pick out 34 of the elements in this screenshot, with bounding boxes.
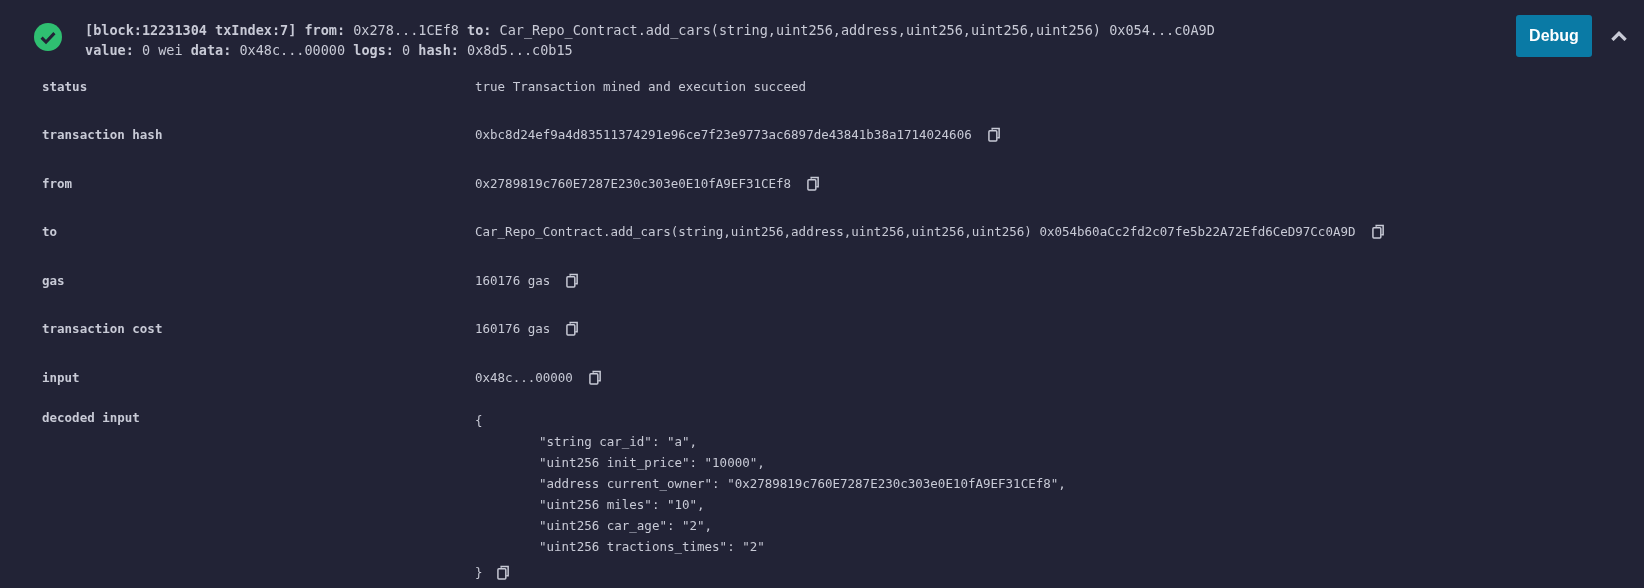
- copy-icon[interactable]: [807, 175, 821, 191]
- field-label: to: [42, 224, 59, 240]
- field-value: 0x2789819c760E7287E230c303e0E10fA9EF31CEf8: [475, 175, 792, 191]
- field-value: 160176 gas: [475, 272, 551, 288]
- code-line: }: [475, 563, 483, 582]
- field-value: 0x48c...00000: [475, 369, 573, 385]
- code-line: "uint256 car_age": "2",: [538, 516, 714, 535]
- field-label: transaction hash: [42, 127, 164, 143]
- field-value: true Transaction mined and execution succeed: [475, 78, 807, 94]
- field-label: gas: [42, 272, 66, 288]
- copy-icon[interactable]: [588, 369, 602, 385]
- debug-button[interactable]: Debug: [1516, 15, 1592, 57]
- transaction-summary: value: 0 wei data: 0x48c...00000 logs: 0 hash: 0x8d5...c0b15: [85, 41, 574, 60]
- copy-icon[interactable]: [566, 272, 580, 288]
- copy-icon[interactable]: [496, 564, 510, 580]
- field-label: input: [42, 369, 81, 385]
- field-value: 0xbc8d24ef9a4d83511374291e96ce7f23e9773ac6897de43841b38a1714024606: [475, 127, 972, 143]
- field-label: from: [42, 175, 74, 191]
- copy-icon[interactable]: [1371, 224, 1385, 240]
- code-line: "address current_owner": "0x2789819c760E7287E230c303e0E10fA9EF31CEf8",: [538, 474, 1066, 493]
- field-label: status: [42, 78, 89, 94]
- code-line: {: [475, 411, 484, 430]
- code-line: "string car_id": "a",: [538, 432, 699, 451]
- code-line: "uint256 init_price": "10000",: [538, 453, 766, 472]
- field-label: decoded input: [42, 409, 141, 425]
- field-value: 160176 gas: [475, 321, 551, 337]
- copy-icon[interactable]: [987, 127, 1001, 143]
- field-value: Car_Repo_Contract.add_cars(string,uint256,address,uint256,uint256,uint256) 0x054b60aCc2fd2c07fe5b22A72Efd6CeD97Cc0A9D: [475, 224, 1356, 240]
- field-label: transaction cost: [42, 321, 164, 337]
- code-line: "uint256 miles": "10",: [538, 495, 706, 514]
- caret-icon[interactable]: [1610, 30, 1628, 41]
- copy-icon[interactable]: [566, 321, 580, 337]
- transaction-summary: [block:12231304 txIndex:7] from: 0x278...1CEf8 to: Car_Repo_Contract.add_cars(string,uint256,address,uint256,uint256,uint256) 0x054...c0A9D: [85, 21, 1216, 40]
- code-line: "uint256 tractions_times": "2": [538, 537, 766, 556]
